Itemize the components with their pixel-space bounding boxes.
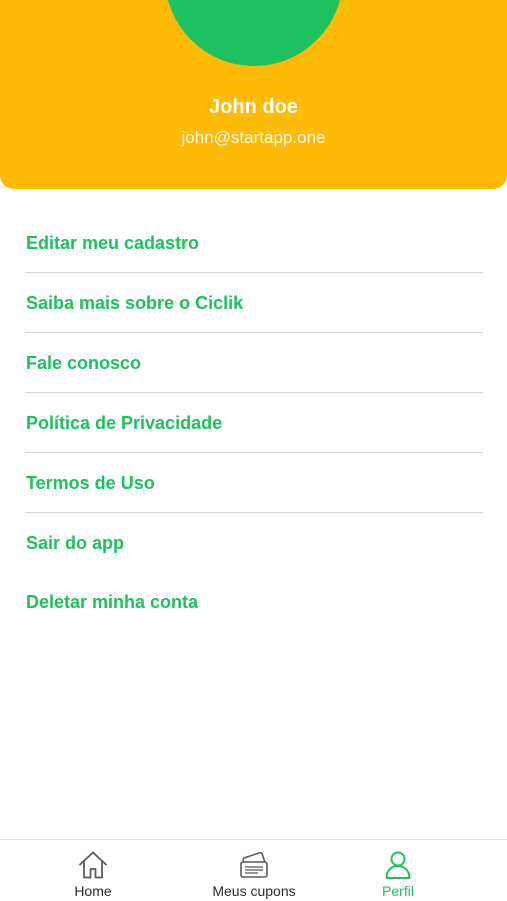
tab-label: Meus cupons <box>212 883 296 899</box>
menu-item-logout[interactable]: Sair do app <box>25 513 483 573</box>
menu-item-label: Deletar minha conta <box>26 592 199 612</box>
profile-header: John doe john@startapp.one <box>0 0 507 189</box>
tab-profile[interactable]: Perfil <box>358 840 438 901</box>
user-name: John doe <box>209 96 298 118</box>
menu-item-label: Sair do app <box>26 533 125 553</box>
menu-item-terms-of-use[interactable]: Termos de Uso <box>25 453 483 513</box>
coupons-icon <box>240 851 268 878</box>
menu-item-delete-account[interactable]: Deletar minha conta <box>25 572 483 632</box>
tab-home[interactable]: Home <box>43 840 143 901</box>
menu-item-contact-us[interactable]: Fale conosco <box>25 333 483 393</box>
menu-item-label: Termos de Uso <box>26 473 155 493</box>
menu-item-edit-profile[interactable]: Editar meu cadastro <box>25 213 483 273</box>
menu-item-label: Editar meu cadastro <box>26 233 200 253</box>
menu-item-label: Saiba mais sobre o Ciclik <box>26 293 244 313</box>
user-email: john@startapp.one <box>181 128 326 147</box>
tab-label: Perfil <box>382 883 414 899</box>
menu-item-about-ciclik[interactable]: Saiba mais sobre o Ciclik <box>25 273 483 333</box>
menu-item-privacy-policy[interactable]: Política de Privacidade <box>25 393 483 453</box>
menu-item-label: Fale conosco <box>26 353 142 373</box>
bottom-tab-bar: Home Meus cupons Perfil <box>0 839 507 901</box>
menu-item-label: Política de Privacidade <box>26 413 223 433</box>
tab-my-coupons[interactable]: Meus cupons <box>194 840 314 901</box>
home-icon <box>79 851 107 879</box>
profile-icon <box>385 851 411 879</box>
avatar[interactable] <box>165 0 343 66</box>
tab-label: Home <box>74 883 112 899</box>
